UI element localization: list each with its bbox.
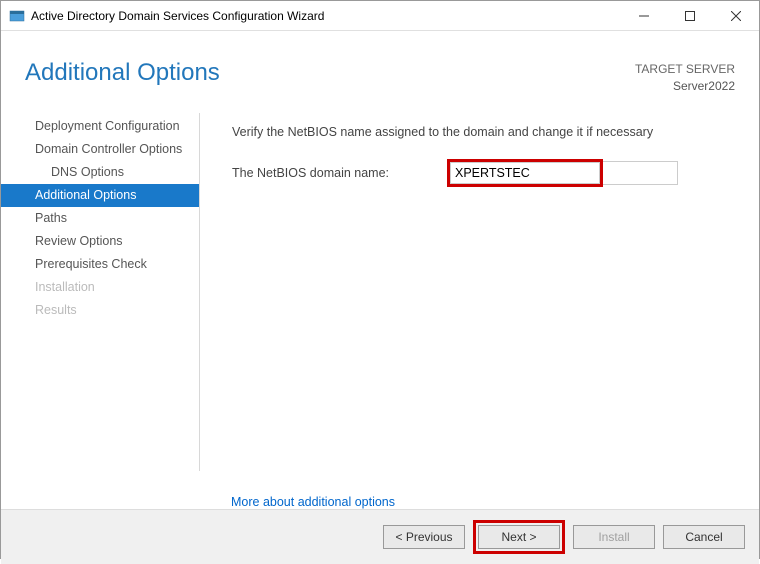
minimize-button[interactable] [621,1,667,31]
netbios-label: The NetBIOS domain name: [232,166,447,180]
sidebar-item-deployment-configuration[interactable]: Deployment Configuration [1,115,199,138]
previous-button[interactable]: < Previous [383,525,465,549]
instruction-text: Verify the NetBIOS name assigned to the … [232,125,729,139]
maximize-button[interactable] [667,1,713,31]
target-server-info: TARGET SERVER Server2022 [635,61,735,95]
wizard-footer: < Previous Next > Install Cancel [1,509,759,564]
window-title: Active Directory Domain Services Configu… [31,9,621,23]
target-server-label: TARGET SERVER [635,61,735,78]
wizard-steps-sidebar: Deployment Configuration Domain Controll… [1,105,199,485]
sidebar-item-review-options[interactable]: Review Options [1,230,199,253]
header: Additional Options TARGET SERVER Server2… [1,31,759,105]
titlebar: Active Directory Domain Services Configu… [1,1,759,31]
wizard-body: Deployment Configuration Domain Controll… [1,105,759,485]
sidebar-item-prerequisites-check[interactable]: Prerequisites Check [1,253,199,276]
wizard-content: Verify the NetBIOS name assigned to the … [200,105,759,485]
app-icon [9,8,25,24]
install-button: Install [573,525,655,549]
page-title: Additional Options [25,59,635,87]
close-button[interactable] [713,1,759,31]
next-button[interactable]: Next > [478,525,560,549]
sidebar-item-paths[interactable]: Paths [1,207,199,230]
target-server-name: Server2022 [635,78,735,95]
more-about-link[interactable]: More about additional options [231,495,759,509]
sidebar-item-additional-options[interactable]: Additional Options [1,184,199,207]
cancel-button[interactable]: Cancel [663,525,745,549]
highlight-box [447,159,603,187]
sidebar-item-installation: Installation [1,276,199,299]
netbios-row: The NetBIOS domain name: [232,159,729,187]
netbios-input[interactable] [450,162,600,184]
sidebar-item-domain-controller-options[interactable]: Domain Controller Options [1,138,199,161]
highlight-box-next: Next > [473,520,565,554]
sidebar-item-dns-options[interactable]: DNS Options [1,161,199,184]
sidebar-item-results: Results [1,299,199,322]
netbios-input-extension[interactable] [603,161,678,185]
